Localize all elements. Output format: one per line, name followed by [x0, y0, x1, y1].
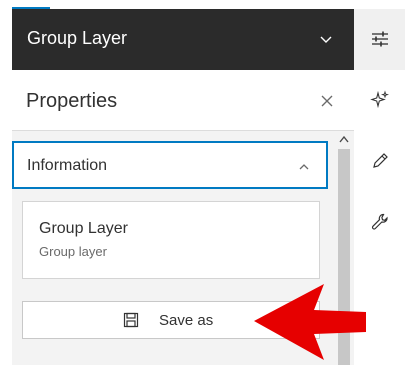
properties-title: Properties: [26, 90, 118, 112]
close-icon[interactable]: [320, 94, 334, 108]
scroll-up-arrow-icon[interactable]: [339, 135, 349, 143]
properties-header: Properties: [12, 70, 354, 131]
wrench-icon: [371, 213, 388, 230]
layer-info-card: Group Layer Group layer: [22, 201, 320, 279]
group-layer-title: Group Layer: [27, 28, 128, 48]
action-bar-item-edit[interactable]: [354, 131, 405, 192]
action-bar-item-tools[interactable]: [354, 192, 405, 253]
layer-name: Group Layer: [39, 220, 128, 237]
chevron-up-icon[interactable]: [298, 161, 310, 173]
action-bar-item-effects[interactable]: [354, 70, 405, 131]
save-as-label: Save as: [159, 312, 214, 329]
sparkle-icon: [370, 90, 389, 109]
information-label: Information: [27, 157, 108, 174]
chevron-down-icon[interactable]: [318, 31, 334, 47]
annotation-arrow-icon: [254, 284, 366, 360]
sliders-icon: [372, 31, 388, 47]
layer-type: Group layer: [39, 244, 107, 259]
pencil-icon: [373, 153, 388, 168]
action-bar-item-properties[interactable]: [354, 9, 405, 70]
group-layer-header[interactable]: Group Layer: [12, 9, 354, 70]
information-section-header[interactable]: Information: [12, 141, 328, 189]
save-icon: [123, 312, 139, 328]
